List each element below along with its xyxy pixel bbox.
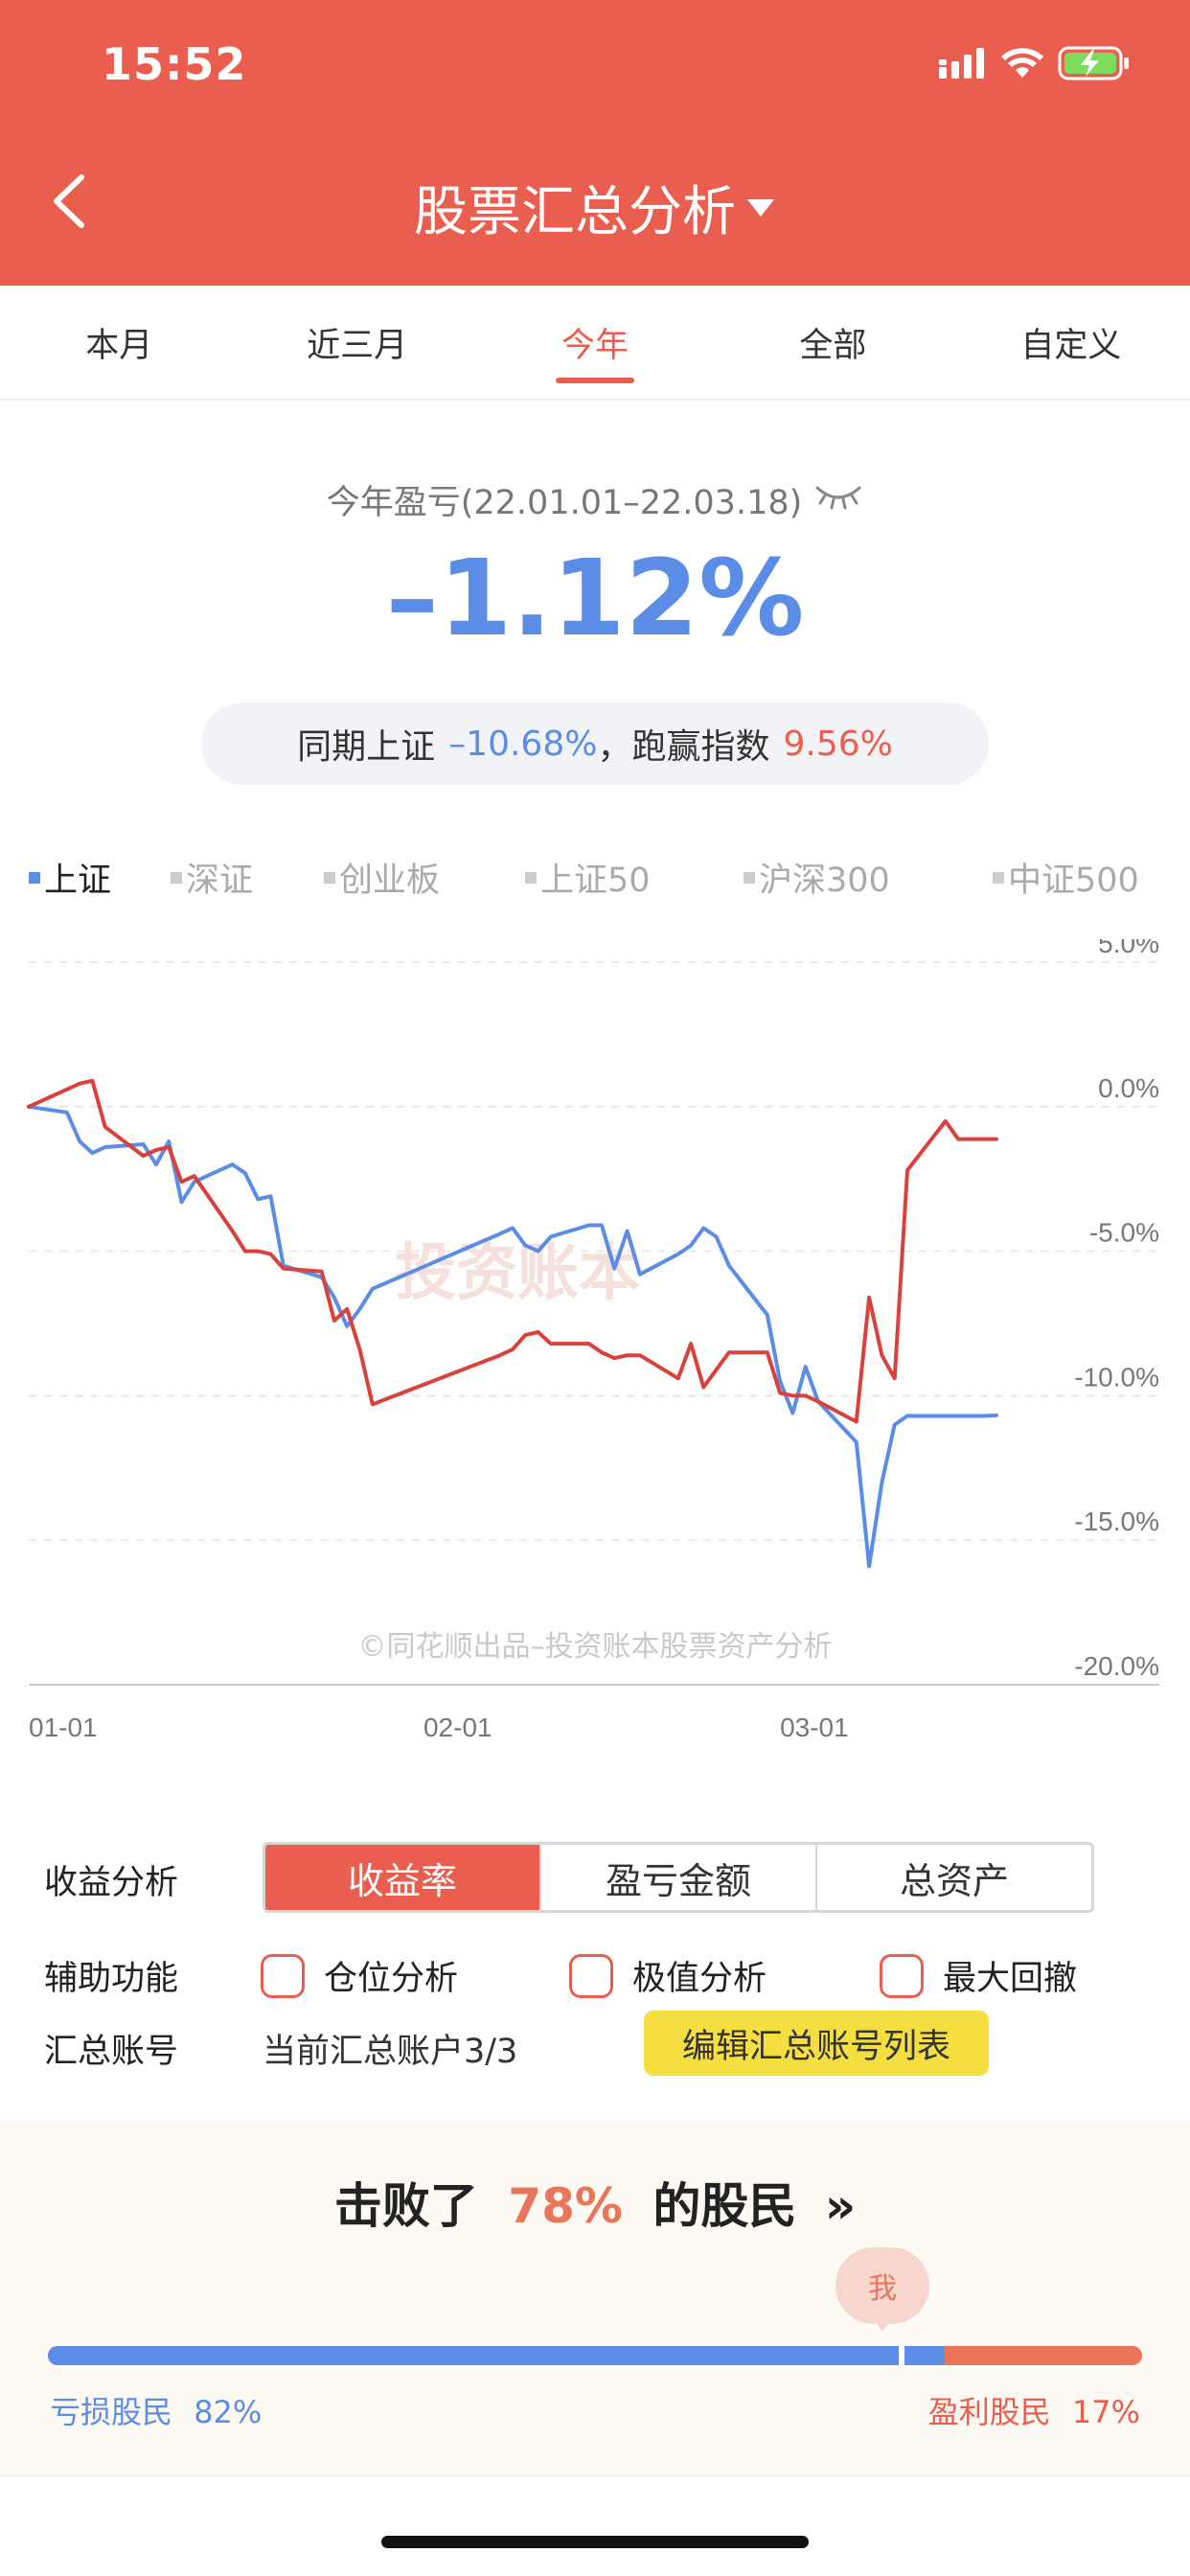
legend-marker xyxy=(324,871,335,884)
x-tick-label: 02-01 xyxy=(423,1713,492,1742)
index-selector: 上证 深证 创业板 上证50 沪深300 中证500 xyxy=(29,853,1169,907)
legend-marker xyxy=(29,871,40,884)
analysis-option-assets[interactable]: 总资产 xyxy=(817,1845,1091,1910)
caret-down-icon xyxy=(747,198,774,217)
index-tab-sz[interactable]: 深证 xyxy=(171,853,253,902)
tab-custom[interactable]: 自定义 xyxy=(952,286,1190,399)
legend-marker xyxy=(171,871,182,884)
loss-text: 亏损股民 xyxy=(50,2394,173,2430)
beat-suffix: 的股民 xyxy=(652,2178,797,2234)
loss-investors-label: 亏损股民 82% xyxy=(50,2388,262,2432)
beat-title: 击败了 78% 的股民 » xyxy=(0,2168,1190,2237)
compare-prefix: 同期上证 xyxy=(297,727,436,767)
index-tab-hs300[interactable]: 沪深300 xyxy=(744,853,890,902)
index-tab-zz500[interactable]: 中证500 xyxy=(993,853,1139,902)
index-label: 深证 xyxy=(186,862,254,900)
me-marker xyxy=(898,2346,904,2365)
watermark-text: 投资账本 xyxy=(395,1238,640,1309)
gain-text: 盈利股民 xyxy=(927,2394,1051,2430)
beat-prefix: 击败了 xyxy=(333,2178,478,2234)
index-tab-sh[interactable]: 上证 xyxy=(29,853,111,902)
battery-charging-icon xyxy=(1058,46,1131,84)
period-label-row: 今年盈亏(22.01.01–22.03.18) xyxy=(0,475,1190,524)
outperform-pct: 9.56% xyxy=(783,724,893,764)
index-tab-sz50[interactable]: 上证50 xyxy=(525,853,651,902)
loss-segment xyxy=(48,2346,946,2365)
analysis-option-rate[interactable]: 收益率 xyxy=(265,1845,541,1910)
beat-panel[interactable]: 击败了 78% 的股民 » 我 亏损股民 82% 盈利股民 17% xyxy=(0,2120,1190,2474)
status-time: 15:52 xyxy=(102,38,247,90)
x-tick-label: 03-01 xyxy=(780,1713,849,1742)
compare-pill: 同期上证 –10.68% ，跑赢指数 9.56% xyxy=(201,702,989,785)
home-indicator xyxy=(381,2536,809,2548)
wifi-icon xyxy=(1000,47,1044,83)
analysis-option-pnl[interactable]: 盈亏金额 xyxy=(541,1845,817,1910)
y-tick-label: 0.0% xyxy=(1098,1073,1159,1103)
title-dropdown[interactable]: 股票汇总分析 xyxy=(0,169,1190,246)
index-label: 创业板 xyxy=(339,862,441,900)
analysis-segmented-control: 收益率 盈亏金额 总资产 xyxy=(263,1842,1094,1913)
checkbox-label: 极值分析 xyxy=(632,1960,767,1998)
index-label: 中证500 xyxy=(1008,862,1139,900)
y-tick-label: -5.0% xyxy=(1089,1218,1159,1248)
x-tick-label: 01-01 xyxy=(29,1713,98,1742)
distribution-bar xyxy=(48,2346,1142,2365)
position-analysis-checkbox[interactable]: 仓位分析 xyxy=(261,1951,458,2000)
beat-pct: 78% xyxy=(508,2178,623,2234)
signal-icon xyxy=(939,48,987,82)
me-bubble: 我 xyxy=(835,2247,929,2332)
eye-closed-icon[interactable] xyxy=(813,481,863,519)
tab-all[interactable]: 全部 xyxy=(714,286,951,399)
y-tick-label: -15.0% xyxy=(1074,1506,1159,1536)
analysis-label: 收益分析 xyxy=(44,1864,179,1902)
y-tick-label: 5.0% xyxy=(1098,939,1159,958)
tab-this-month[interactable]: 本月 xyxy=(0,286,238,399)
index-label: 上证 xyxy=(44,862,112,900)
checkbox-label: 最大回撤 xyxy=(943,1960,1078,1998)
checkbox-box xyxy=(569,1953,613,1998)
aux-label: 辅助功能 xyxy=(44,1960,179,1998)
y-tick-label: -20.0% xyxy=(1074,1651,1159,1681)
index-label: 上证50 xyxy=(540,862,651,900)
index-label: 沪深300 xyxy=(759,862,890,900)
period-tabs: 本月 近三月 今年 全部 自定义 xyxy=(0,286,1190,401)
compare-middle: ，跑赢指数 xyxy=(597,727,770,767)
page-title: 股票汇总分析 xyxy=(414,181,736,243)
legend-marker xyxy=(993,871,1004,884)
chevrons-right-icon: » xyxy=(824,2178,857,2234)
account-label: 汇总账号 xyxy=(44,2033,179,2071)
legend-marker xyxy=(744,871,755,884)
current-account-text: 当前汇总账户3/3 xyxy=(263,2033,518,2071)
compare-index-pct: –10.68% xyxy=(448,724,598,764)
me-label: 我 xyxy=(835,2247,929,2324)
me-bubble-tail xyxy=(874,2320,891,2332)
edit-account-list-button[interactable]: 编辑汇总账号列表 xyxy=(644,2011,989,2076)
chart-footer-note: ©同花顺出品–投资账本股票资产分析 xyxy=(358,1630,833,1664)
series-line-blue xyxy=(27,1104,998,1569)
return-percentage: –1.12% xyxy=(385,537,805,659)
divider xyxy=(0,2474,1190,2476)
tab-this-year[interactable]: 今年 xyxy=(476,286,714,399)
period-label: 今年盈亏(22.01.01–22.03.18) xyxy=(326,484,803,522)
return-chart: 5.0% 0.0% -5.0% -10.0% -15.0% -20.0% 投资账本 ©同花顺出… xyxy=(27,939,1159,1742)
extreme-analysis-checkbox[interactable]: 极值分析 xyxy=(569,1951,767,2000)
checkbox-label: 仓位分析 xyxy=(324,1960,459,1998)
y-tick-label: -10.0% xyxy=(1074,1362,1159,1392)
checkbox-box xyxy=(261,1953,305,1998)
max-drawdown-checkbox[interactable]: 最大回撤 xyxy=(880,1951,1077,2000)
loss-pct: 82% xyxy=(194,2394,263,2430)
gain-pct: 17% xyxy=(1071,2394,1140,2430)
index-tab-cyb[interactable]: 创业板 xyxy=(324,853,440,902)
app-header: 15:52 股票汇总分析 xyxy=(0,0,1190,286)
checkbox-box xyxy=(880,1953,924,1998)
legend-marker xyxy=(525,871,537,884)
gain-investors-label: 盈利股民 17% xyxy=(928,2388,1140,2432)
status-icons xyxy=(939,46,1131,84)
tab-three-months[interactable]: 近三月 xyxy=(238,286,475,399)
